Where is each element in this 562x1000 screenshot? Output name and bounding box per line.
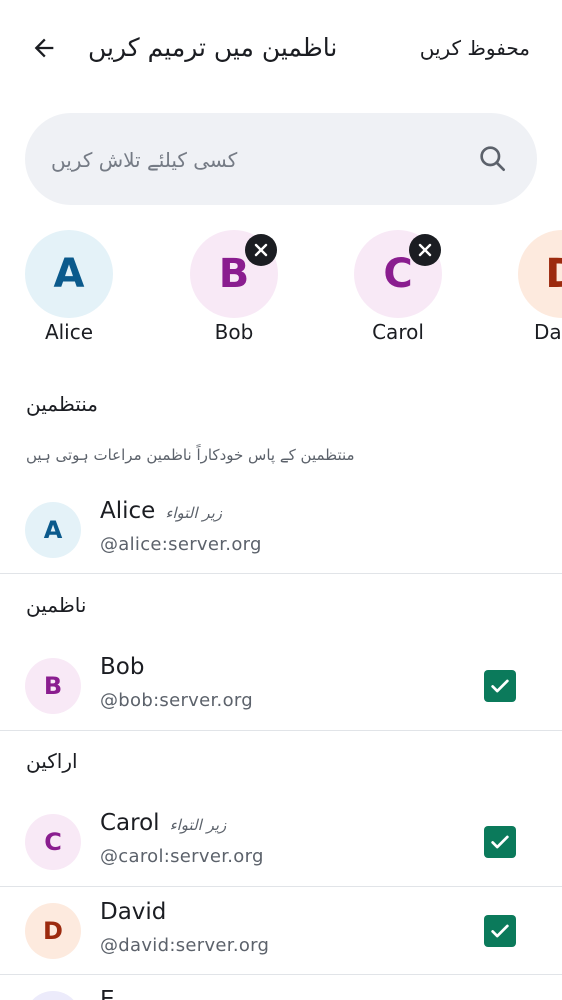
selected-user-chip: C Carol [332,230,462,350]
section-title-admins: منتظمین [26,392,99,416]
checkmark-icon [491,924,509,938]
avatar: D [518,230,562,318]
top-app-bar: ناظمین میں ترمیم کریں محفوظ کریں [0,0,562,100]
close-icon [254,243,268,257]
remove-chip-button[interactable] [245,234,277,266]
arrow-left-icon [34,38,54,58]
chip-name: Bob [214,320,254,344]
moderator-checkbox[interactable] [484,670,516,702]
member-name: Bob [100,654,145,680]
back-button[interactable] [24,28,64,68]
member-name: Carol [100,810,160,836]
member-name: E [100,987,115,1000]
list-item-bob[interactable]: B Bob @bob:server.org [0,642,562,730]
avatar: D [25,903,81,959]
avatar: C [25,814,81,870]
page-title: ناظمین میں ترمیم کریں [88,33,338,62]
list-item-alice[interactable]: A Alice زیر التواء @alice:server.org [0,486,562,574]
checkmark-icon [491,835,509,849]
avatar: B [25,658,81,714]
section-description-admins: منتظمین کے پاس خودکاراً ناظمین مراعات ہو… [26,446,355,464]
selected-user-chip: B Bob [168,230,298,350]
member-name: David [100,899,167,925]
section-title-moderators: ناظمین [26,593,87,617]
moderator-checkbox[interactable] [484,826,516,858]
selected-users-row: A Alice B Bob C Carol D David [0,226,562,356]
selected-user-chip: D David [496,230,562,350]
close-icon [418,243,432,257]
chip-name: David [534,320,562,344]
chip-name: Carol [372,320,424,344]
list-item-eve[interactable]: E E [0,975,562,1000]
avatar: A [25,230,113,318]
search-bar[interactable] [25,113,537,207]
save-button[interactable]: محفوظ کریں [420,30,530,66]
member-user-id: @david:server.org [100,935,270,956]
member-name-line: Carol زیر التواء [100,810,226,836]
list-item-david[interactable]: D David @david:server.org [0,887,562,975]
search-icon [480,146,505,171]
pending-badge: زیر التواء [165,504,223,522]
member-user-id: @alice:server.org [100,534,262,555]
divider [0,573,562,574]
chip-name: Alice [44,320,94,344]
checkmark-icon [491,679,509,693]
divider [0,730,562,731]
member-user-id: @bob:server.org [100,690,253,711]
remove-chip-button[interactable] [409,234,441,266]
member-name-line: Alice زیر التواء [100,498,222,524]
member-user-id: @carol:server.org [100,846,264,867]
member-name: Alice [100,498,156,524]
selected-user-chip: A Alice [3,230,133,350]
avatar: A [25,502,81,558]
moderator-checkbox[interactable] [484,915,516,947]
search-input[interactable] [49,113,463,207]
section-title-members: اراکین [26,749,78,773]
avatar: E [25,991,81,1000]
pending-badge: زیر التواء [169,816,227,834]
list-item-carol[interactable]: C Carol زیر التواء @carol:server.org [0,798,562,886]
